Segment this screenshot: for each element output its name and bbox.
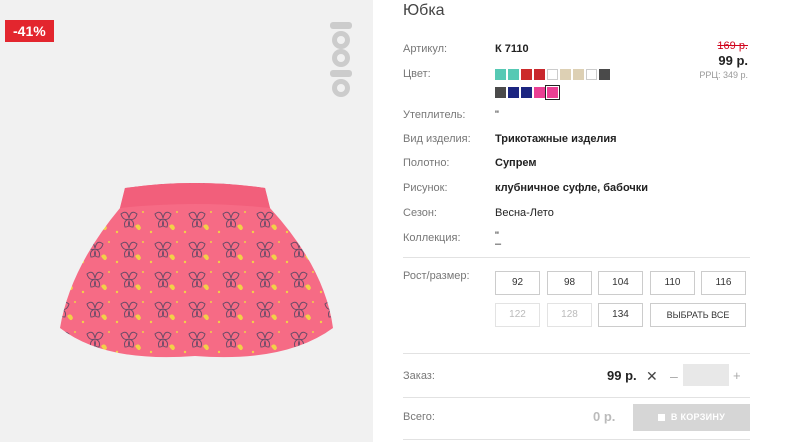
discount-badge: -41% bbox=[5, 20, 54, 42]
article-label: Артикул: bbox=[403, 43, 448, 55]
multiply-icon: ✕ bbox=[646, 368, 658, 384]
color-swatch[interactable] bbox=[599, 69, 610, 80]
add-to-cart-button[interactable]: В КОРЗИНУ bbox=[633, 404, 750, 431]
add-to-cart-label: В КОРЗИНУ bbox=[670, 412, 726, 422]
quantity-input[interactable] bbox=[683, 364, 729, 386]
fabric-value: Супрем bbox=[495, 157, 537, 169]
collection-value-2: – bbox=[495, 238, 502, 250]
insulation-value: " bbox=[495, 109, 499, 121]
color-swatch[interactable] bbox=[573, 69, 584, 80]
product-image-skirt bbox=[60, 183, 333, 358]
size-104[interactable]: 104 bbox=[598, 271, 643, 295]
size-label: Рост/размер: bbox=[403, 270, 470, 282]
collection-label: Коллекция: bbox=[403, 232, 461, 244]
size-98[interactable]: 98 bbox=[547, 271, 592, 295]
color-swatch[interactable] bbox=[586, 69, 597, 80]
divider bbox=[403, 353, 750, 354]
color-swatch[interactable] bbox=[547, 69, 558, 80]
color-swatch[interactable] bbox=[521, 69, 532, 80]
pattern-label: Рисунок: bbox=[403, 182, 448, 194]
order-price: 99 р. bbox=[607, 368, 637, 383]
size-116[interactable]: 116 bbox=[701, 271, 746, 295]
increase-quantity-button[interactable]: + bbox=[733, 368, 741, 383]
color-swatch[interactable] bbox=[545, 85, 560, 100]
divider bbox=[403, 257, 750, 258]
fabric-label: Полотно: bbox=[403, 157, 450, 169]
brand-logo bbox=[330, 22, 352, 97]
rrp-price: РРЦ: 349 р. bbox=[699, 70, 748, 80]
product-photo[interactable]: -41% bbox=[0, 0, 373, 442]
article-value: К 7110 bbox=[495, 43, 529, 55]
type-value: Трикотажные изделия bbox=[495, 133, 617, 145]
divider bbox=[403, 439, 750, 440]
season-label: Сезон: bbox=[403, 207, 437, 219]
size-128: 128 bbox=[547, 303, 592, 327]
current-price: 99 р. bbox=[718, 53, 748, 68]
color-swatch[interactable] bbox=[534, 69, 545, 80]
color-swatch[interactable] bbox=[534, 87, 545, 98]
select-all-sizes-button[interactable]: ВЫБРАТЬ ВСЕ bbox=[650, 303, 746, 327]
color-swatch[interactable] bbox=[495, 69, 506, 80]
divider bbox=[403, 397, 750, 398]
old-price: 169 р. bbox=[717, 40, 748, 52]
product-title: Юбка bbox=[403, 2, 445, 19]
pattern-value: клубничное суфле, бабочки bbox=[495, 182, 649, 194]
color-swatch[interactable] bbox=[495, 87, 506, 98]
size-110[interactable]: 110 bbox=[650, 271, 695, 295]
color-swatch[interactable] bbox=[521, 87, 532, 98]
season-value: Весна-Лето bbox=[495, 207, 554, 219]
decrease-quantity-button[interactable]: – bbox=[670, 368, 678, 384]
color-swatch[interactable] bbox=[508, 69, 519, 80]
size-134[interactable]: 134 bbox=[598, 303, 643, 327]
color-label: Цвет: bbox=[403, 68, 431, 80]
cart-icon bbox=[657, 414, 665, 421]
total-label: Всего: bbox=[403, 411, 435, 423]
color-swatch[interactable] bbox=[508, 87, 519, 98]
color-swatches bbox=[495, 69, 635, 105]
size-92[interactable]: 92 bbox=[495, 271, 540, 295]
order-label: Заказ: bbox=[403, 370, 435, 382]
type-label: Вид изделия: bbox=[403, 133, 471, 145]
insulation-label: Утеплитель: bbox=[403, 109, 466, 121]
color-swatch[interactable] bbox=[560, 69, 571, 80]
total-price: 0 р. bbox=[593, 409, 616, 424]
size-122: 122 bbox=[495, 303, 540, 327]
